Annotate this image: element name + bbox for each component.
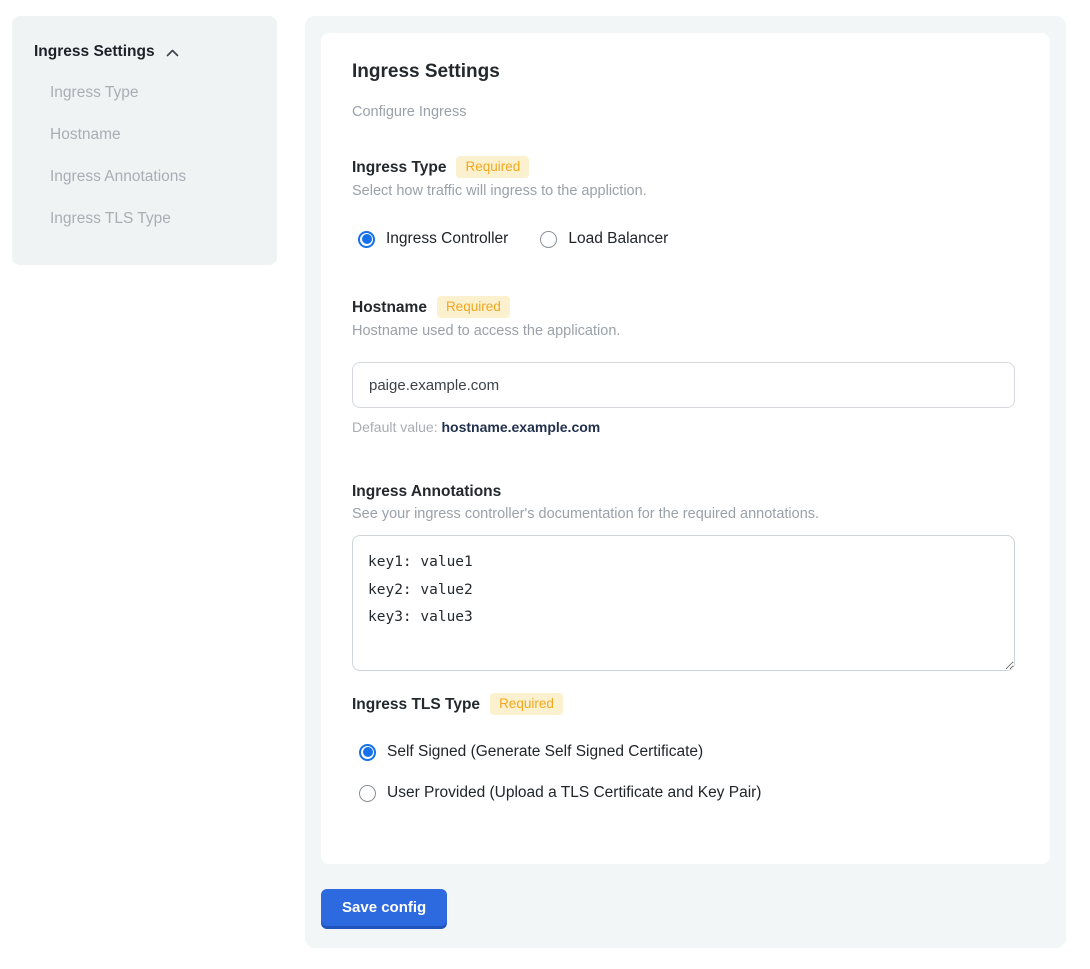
radio-button-icon [358, 231, 375, 248]
radio-option-label: Self Signed (Generate Self Signed Certif… [387, 743, 703, 761]
sidebar-section-title: Ingress Settings [34, 43, 155, 61]
card-subtitle: Configure Ingress [352, 104, 1019, 120]
hostname-description: Hostname used to access the application. [352, 323, 1019, 340]
ingress-type-description: Select how traffic will ingress to the a… [352, 183, 1019, 200]
radio-option-self-signed[interactable]: Self Signed (Generate Self Signed Certif… [359, 743, 1019, 761]
hostname-label: Hostname [352, 298, 427, 317]
sidebar-item-hostname[interactable]: Hostname [50, 127, 255, 143]
ingress-annotations-label: Ingress Annotations [352, 482, 501, 501]
ingress-tls-type-label: Ingress TLS Type [352, 695, 480, 714]
section-hostname: Hostname Required Hostname used to acces… [352, 296, 1019, 436]
radio-option-user-provided[interactable]: User Provided (Upload a TLS Certificate … [359, 784, 1019, 802]
sidebar-item-ingress-type[interactable]: Ingress Type [50, 85, 255, 101]
sidebar-item-list: Ingress Type Hostname Ingress Annotation… [50, 85, 255, 227]
required-badge: Required [456, 156, 529, 178]
hostname-input[interactable] [352, 362, 1015, 408]
card-title: Ingress Settings [352, 60, 1019, 83]
default-value-text: hostname.example.com [442, 419, 601, 435]
section-ingress-annotations: Ingress Annotations See your ingress con… [352, 482, 1019, 671]
radio-button-icon [359, 744, 376, 761]
section-ingress-type: Ingress Type Required Select how traffic… [352, 156, 1019, 248]
save-config-button[interactable]: Save config [321, 889, 447, 926]
radio-option-label: User Provided (Upload a TLS Certificate … [387, 784, 761, 802]
ingress-type-radio-group: Ingress Controller Load Balancer [358, 230, 1019, 248]
sidebar-item-ingress-tls-type[interactable]: Ingress TLS Type [50, 211, 255, 227]
chevron-up-icon [164, 44, 181, 61]
required-badge: Required [437, 296, 510, 318]
required-badge: Required [490, 693, 563, 715]
ingress-type-label: Ingress Type [352, 158, 446, 177]
settings-panel: Ingress Settings Configure Ingress Ingre… [305, 16, 1066, 948]
ingress-settings-card: Ingress Settings Configure Ingress Ingre… [321, 33, 1050, 864]
default-value-label: Default value: [352, 419, 438, 435]
radio-button-icon [540, 231, 557, 248]
radio-option-ingress-controller[interactable]: Ingress Controller [358, 230, 508, 248]
sidebar-section-toggle[interactable]: Ingress Settings [34, 43, 255, 61]
ingress-annotations-textarea[interactable]: key1: value1 key2: value2 key3: value3 [352, 535, 1015, 671]
hostname-default-row: Default value: hostname.example.com [352, 419, 1019, 436]
sidebar-nav: Ingress Settings Ingress Type Hostname I… [12, 16, 277, 265]
radio-option-load-balancer[interactable]: Load Balancer [540, 230, 668, 248]
ingress-annotations-description: See your ingress controller's documentat… [352, 506, 1019, 523]
section-ingress-tls-type: Ingress TLS Type Required Self Signed (G… [352, 693, 1019, 802]
radio-button-icon [359, 785, 376, 802]
sidebar-item-ingress-annotations[interactable]: Ingress Annotations [50, 169, 255, 185]
radio-option-label: Ingress Controller [386, 230, 508, 248]
radio-option-label: Load Balancer [568, 230, 668, 248]
